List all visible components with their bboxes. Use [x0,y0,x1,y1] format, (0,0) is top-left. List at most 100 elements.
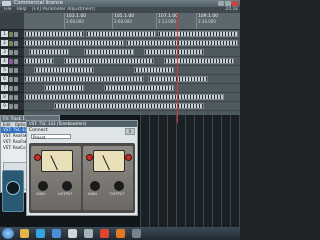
media-item[interactable] [148,76,208,82]
mute-icon[interactable] [14,40,18,46]
ruler-time: 2:16.000 [198,19,216,24]
track-header[interactable]: 1 [0,30,24,39]
vu-needle [50,155,58,171]
gain-knob[interactable] [89,180,101,192]
minimize-icon[interactable] [218,1,224,6]
track-lane[interactable] [24,93,240,102]
ie-icon[interactable] [52,229,61,238]
track-header[interactable]: 8 [0,93,24,102]
media-item[interactable] [84,49,134,55]
mute-icon[interactable] [14,76,18,82]
track-number: 7 [1,85,8,91]
media-item[interactable] [104,85,174,91]
media-item[interactable] [24,76,144,82]
mute-icon[interactable] [14,85,18,91]
firefox-icon[interactable] [116,229,125,238]
media-item[interactable] [54,103,204,109]
ruler-time: 2:13.000 [158,19,176,24]
track-number: 1 [1,31,8,37]
ruler-tick [64,13,65,29]
mute-icon[interactable] [14,31,18,37]
mute-icon[interactable] [14,58,18,64]
media-icon[interactable] [68,229,77,238]
ruler-tick [196,13,197,29]
gain-knob[interactable] [37,180,49,192]
output-knob[interactable] [61,180,73,192]
arrange-view[interactable] [24,30,240,115]
reaper-icon[interactable] [84,229,93,238]
track-number: 3 [1,49,8,55]
mute-icon[interactable] [14,94,18,100]
timeline-ruler[interactable]: 103.1.00 2:06.000 105.1.00 2:08.000 107.… [24,13,240,30]
track-lane[interactable] [24,75,240,84]
media-item[interactable] [34,67,94,73]
media-item[interactable] [24,40,124,46]
media-item[interactable] [144,49,204,55]
track-lane[interactable] [24,57,240,66]
mute-icon[interactable] [14,49,18,55]
track-lane[interactable] [24,39,240,48]
mute-icon[interactable] [14,67,18,73]
track-header[interactable]: 2 [0,39,24,48]
explorer-icon[interactable] [20,229,29,238]
media-item[interactable] [44,85,84,91]
output-knob[interactable] [113,180,125,192]
media-item[interactable] [164,58,234,64]
power-button[interactable] [86,154,93,161]
play-cursor [177,13,178,123]
gain-label: GAIN [88,192,97,196]
record-arm-icon[interactable] [9,58,13,64]
start-button-icon[interactable] [2,228,14,239]
media-item[interactable] [126,40,238,46]
track-lane[interactable] [24,102,240,111]
track-header[interactable]: 9 [0,102,24,111]
record-arm-icon[interactable] [9,94,13,100]
record-arm-icon[interactable] [9,67,13,73]
record-arm-icon[interactable] [9,49,13,55]
record-arm-icon[interactable] [9,85,13,91]
media-item[interactable] [86,31,156,37]
chrome-icon[interactable] [100,229,109,238]
media-item[interactable] [24,94,224,100]
track-lane[interactable] [24,66,240,75]
ruler-time: 2:06.000 [66,19,84,24]
track-header[interactable]: 7 [0,84,24,93]
mixer-strips[interactable] [140,115,240,227]
record-arm-icon[interactable] [9,76,13,82]
track-header[interactable]: 6 [0,75,24,84]
connect-label: Connect [29,128,48,133]
record-arm-icon[interactable] [9,40,13,46]
media-item[interactable] [158,31,238,37]
media-item[interactable] [29,49,69,55]
link-button[interactable] [125,154,132,161]
output-label: OUTPUT [110,192,125,196]
track-header[interactable]: 3 [0,48,24,57]
track-lane[interactable] [24,30,240,39]
preset-select[interactable]: Preset [31,134,71,140]
plugin-close-button[interactable]: X [125,128,135,135]
record-arm-icon[interactable] [9,103,13,109]
disc-icon[interactable] [132,229,141,238]
plugin-window[interactable]: VST: TSC 333 (Toneboosters) Connect X Pr… [26,120,138,216]
gain-label: GAIN [36,192,45,196]
track-lane[interactable] [24,48,240,57]
media-item[interactable] [64,58,154,64]
vu-meter [41,150,73,172]
skype-icon[interactable] [36,229,45,238]
maximize-icon[interactable] [225,1,231,6]
mute-icon[interactable] [14,103,18,109]
close-icon[interactable] [232,1,238,6]
record-arm-icon[interactable] [9,31,13,37]
window-controls [218,1,238,6]
vu-needle [102,155,110,171]
power-button[interactable] [34,154,41,161]
track-header[interactable]: 5 [0,66,24,75]
track-header[interactable]: 4 [0,57,24,66]
media-item[interactable] [134,67,174,73]
media-item[interactable] [24,31,84,37]
ruler-time: 2:08.000 [114,19,132,24]
track-lane[interactable] [24,84,240,93]
plugin-faceplate: GAIN OUTPUT GAIN OUTPUT [29,143,135,213]
app-logo-icon [2,1,11,6]
media-item[interactable] [24,58,54,64]
